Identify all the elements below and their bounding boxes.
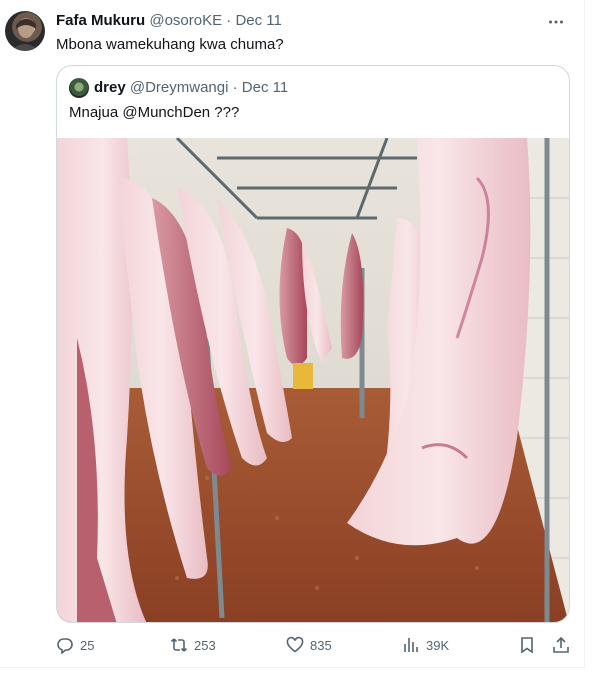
tweet-date[interactable]: Dec 11 xyxy=(235,12,281,29)
quote-author-name[interactable]: drey xyxy=(94,79,126,96)
bookmark-button[interactable] xyxy=(518,634,536,656)
share-button[interactable] xyxy=(552,634,570,656)
separator-dot: · xyxy=(232,79,238,96)
share-icon xyxy=(553,636,569,653)
tweet-header: Fafa Mukuru @osoroKE · Dec 11 xyxy=(56,11,282,31)
meat-carcasses-image xyxy=(57,138,569,622)
reply-button[interactable]: 25 xyxy=(56,634,94,656)
author-name[interactable]: Fafa Mukuru xyxy=(56,12,145,29)
tweet-card[interactable]: Fafa Mukuru @osoroKE · Dec 11 Mbona wame… xyxy=(0,0,585,668)
views-button[interactable]: 39K xyxy=(402,634,449,656)
heart-icon xyxy=(286,636,304,653)
author-avatar[interactable] xyxy=(5,11,45,51)
reply-count: 25 xyxy=(80,637,95,653)
quote-author-handle[interactable]: @Dreymwangi xyxy=(130,79,229,96)
quote-header: drey @Dreymwangi · Dec 11 xyxy=(94,78,288,98)
views-chart-icon xyxy=(404,638,418,652)
retweet-icon xyxy=(170,638,188,652)
more-icon xyxy=(549,20,563,24)
more-options-button[interactable] xyxy=(546,12,566,32)
quoted-tweet[interactable]: drey @Dreymwangi · Dec 11 Mnajua @MunchD… xyxy=(56,65,570,623)
tweet-actions: 25 253 835 39K xyxy=(56,634,570,656)
retweet-count: 253 xyxy=(194,637,216,653)
views-count: 39K xyxy=(426,637,450,653)
retweet-button[interactable]: 253 xyxy=(170,634,216,656)
reply-icon xyxy=(57,638,73,654)
like-button[interactable]: 835 xyxy=(286,634,332,656)
quote-text: Mnajua @MunchDen ??? xyxy=(69,104,240,121)
quote-author-avatar[interactable] xyxy=(69,78,89,98)
separator-dot: · xyxy=(226,12,232,29)
like-count: 835 xyxy=(310,637,332,653)
bookmark-icon xyxy=(521,637,533,654)
author-handle[interactable]: @osoroKE xyxy=(149,12,222,29)
quote-photo[interactable] xyxy=(57,138,569,622)
tweet-text: Mbona wamekuhang kwa chuma? xyxy=(56,36,284,53)
quote-date[interactable]: Dec 11 xyxy=(242,79,288,96)
